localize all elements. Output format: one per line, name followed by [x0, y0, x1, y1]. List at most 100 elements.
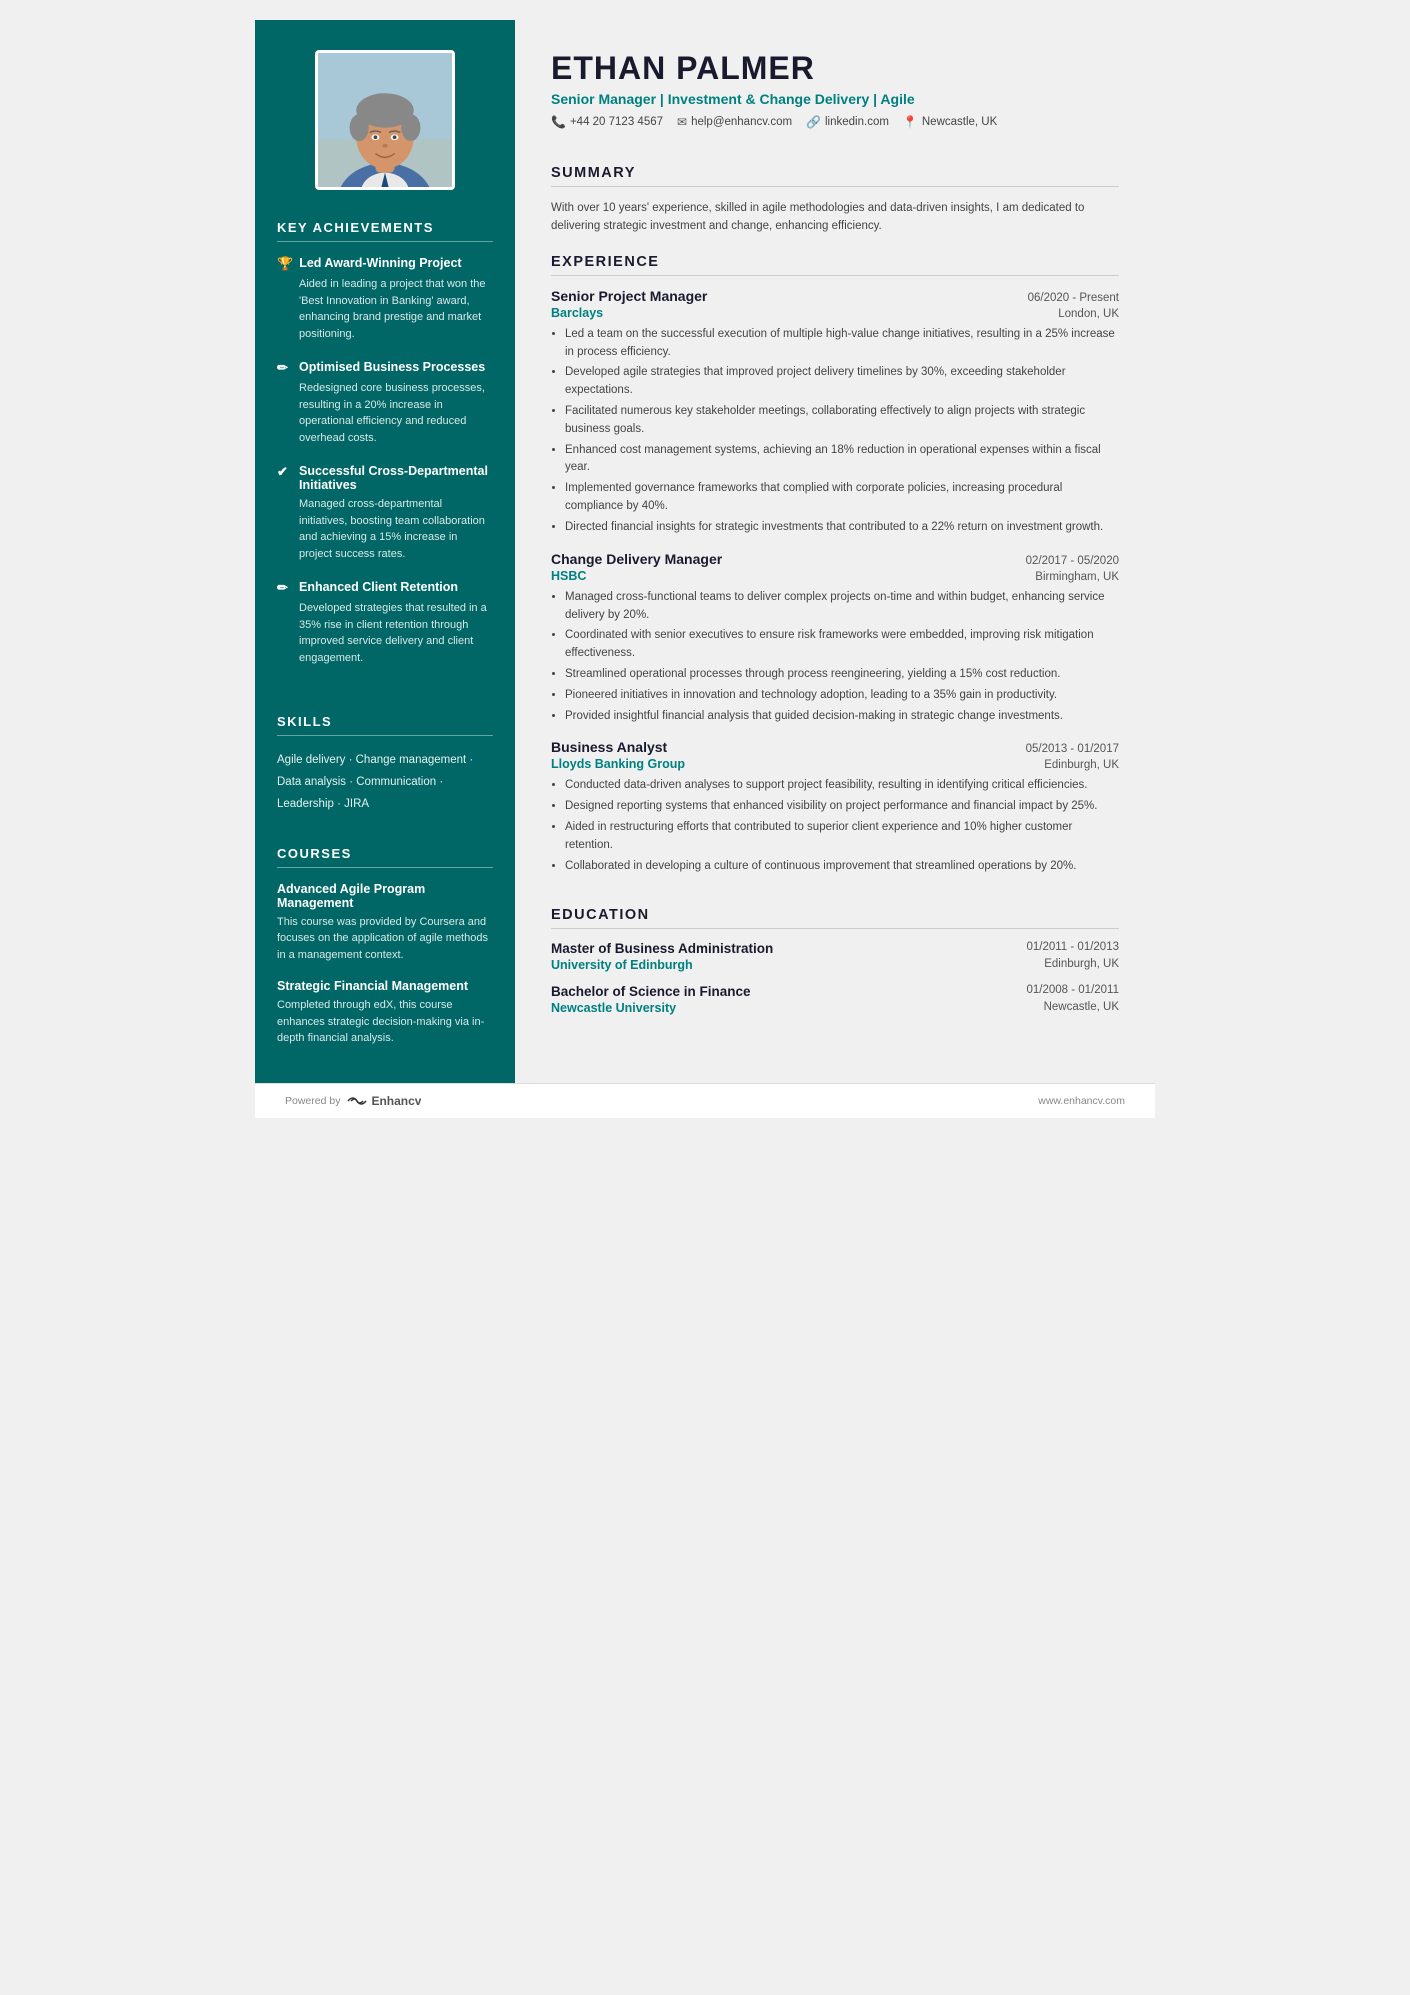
achievement-title: ✏ Optimised Business Processes: [277, 360, 493, 376]
courses-title: COURSES: [277, 846, 493, 868]
exp-company-row: HSBC Birmingham, UK: [551, 569, 1119, 583]
bullet-item: Facilitated numerous key stakeholder mee…: [565, 403, 1119, 439]
skills-section: SKILLS Agile delivery · Change managemen…: [255, 704, 515, 836]
course-title: Advanced Agile Program Management: [277, 882, 493, 910]
footer-website: www.enhancv.com: [1038, 1095, 1125, 1107]
achievement-desc: Managed cross-departmental initiatives, …: [299, 496, 493, 562]
achievements-section: KEY ACHIEVEMENTS 🏆 Led Award-Winning Pro…: [255, 210, 515, 704]
job-title: Change Delivery Manager: [551, 551, 722, 567]
linkedin-value: linkedin.com: [825, 116, 889, 128]
bullet-item: Coordinated with senior executives to en…: [565, 627, 1119, 663]
achievement-item: ✔ Successful Cross-Departmental Initiati…: [277, 464, 493, 562]
exp-header: Change Delivery Manager 02/2017 - 05/202…: [551, 551, 1119, 567]
powered-by-label: Powered by: [285, 1095, 340, 1107]
phone-contact: 📞 +44 20 7123 4567: [551, 115, 663, 129]
achievement-icon: ✔: [277, 464, 293, 480]
achievements-list: 🏆 Led Award-Winning Project Aided in lea…: [277, 256, 493, 666]
bullet-item: Implemented governance frameworks that c…: [565, 480, 1119, 516]
exp-header: Senior Project Manager 06/2020 - Present: [551, 288, 1119, 304]
phone-value: +44 20 7123 4567: [570, 116, 663, 128]
edu-school-row: Newcastle University Newcastle, UK: [551, 1001, 1119, 1015]
experience-job: Senior Project Manager 06/2020 - Present…: [551, 288, 1119, 537]
bullet-item: Designed reporting systems that enhanced…: [565, 798, 1119, 816]
achievement-item: ✏ Enhanced Client Retention Developed st…: [277, 580, 493, 666]
logo-icon: [346, 1094, 368, 1108]
achievement-title: ✏ Enhanced Client Retention: [277, 580, 493, 596]
experience-job: Business Analyst 05/2013 - 01/2017 Lloyd…: [551, 739, 1119, 875]
bullet-item: Pioneered initiatives in innovation and …: [565, 687, 1119, 705]
skill-line: Agile delivery · Change management ·: [277, 750, 493, 772]
location-contact: 📍 Newcastle, UK: [903, 115, 997, 129]
edu-school: Newcastle University: [551, 1001, 676, 1015]
achievement-title-text: Optimised Business Processes: [299, 360, 485, 374]
phone-icon: 📞: [551, 115, 566, 129]
achievement-desc: Aided in leading a project that won the …: [299, 276, 493, 342]
courses-list: Advanced Agile Program Management This c…: [277, 882, 493, 1047]
experience-section-title: EXPERIENCE: [551, 254, 1119, 276]
job-location: Edinburgh, UK: [1044, 759, 1119, 771]
job-company: Barclays: [551, 306, 603, 320]
footer-left: Powered by Enhancv: [285, 1094, 421, 1108]
achievement-icon: ✏: [277, 360, 293, 376]
location-icon: 📍: [903, 115, 918, 129]
skills-list: Agile delivery · Change management ·Data…: [277, 750, 493, 816]
course-item: Strategic Financial Management Completed…: [277, 979, 493, 1047]
achievement-icon: ✏: [277, 580, 293, 596]
edu-dates: 01/2008 - 01/2011: [1026, 984, 1119, 999]
achievement-item: 🏆 Led Award-Winning Project Aided in lea…: [277, 256, 493, 342]
edu-dates: 01/2011 - 01/2013: [1026, 941, 1119, 956]
job-company: HSBC: [551, 569, 586, 583]
job-bullets: Conducted data-driven analyses to suppor…: [565, 777, 1119, 875]
achievement-title-text: Successful Cross-Departmental Initiative…: [299, 464, 493, 492]
job-location: London, UK: [1058, 308, 1119, 320]
education-section-title: EDUCATION: [551, 907, 1119, 929]
job-bullets: Led a team on the successful execution o…: [565, 326, 1119, 537]
resume-wrapper: KEY ACHIEVEMENTS 🏆 Led Award-Winning Pro…: [255, 20, 1155, 1118]
bullet-item: Streamlined operational processes throug…: [565, 666, 1119, 684]
course-desc: This course was provided by Coursera and…: [277, 914, 493, 964]
edu-location: Newcastle, UK: [1044, 1001, 1119, 1015]
profile-photo: [315, 50, 455, 190]
email-icon: ✉: [677, 115, 687, 129]
linkedin-icon: 🔗: [806, 115, 821, 129]
education-item: Bachelor of Science in Finance 01/2008 -…: [551, 984, 1119, 1015]
achievements-title: KEY ACHIEVEMENTS: [277, 220, 493, 242]
courses-section: COURSES Advanced Agile Program Managemen…: [255, 836, 515, 1083]
achievement-title: ✔ Successful Cross-Departmental Initiati…: [277, 464, 493, 492]
edu-school-row: University of Edinburgh Edinburgh, UK: [551, 958, 1119, 972]
achievement-desc: Redesigned core business processes, resu…: [299, 380, 493, 446]
edu-school: University of Edinburgh: [551, 958, 693, 972]
bullet-item: Enhanced cost management systems, achiev…: [565, 442, 1119, 478]
bullet-item: Managed cross-functional teams to delive…: [565, 589, 1119, 625]
achievement-icon: 🏆: [277, 256, 293, 272]
achievement-title: 🏆 Led Award-Winning Project: [277, 256, 493, 272]
exp-header: Business Analyst 05/2013 - 01/2017: [551, 739, 1119, 755]
job-company: Lloyds Banking Group: [551, 757, 685, 771]
edu-degree: Bachelor of Science in Finance: [551, 984, 751, 999]
exp-company-row: Barclays London, UK: [551, 306, 1119, 320]
job-dates: 05/2013 - 01/2017: [1026, 743, 1119, 755]
education-list: Master of Business Administration 01/201…: [551, 941, 1119, 1027]
job-title: Senior Project Manager: [551, 288, 707, 304]
bullet-item: Aided in restructuring efforts that cont…: [565, 819, 1119, 855]
summary-section-title: SUMMARY: [551, 165, 1119, 187]
contact-info: 📞 +44 20 7123 4567 ✉ help@enhancv.com 🔗 …: [551, 115, 1119, 129]
resume-body: KEY ACHIEVEMENTS 🏆 Led Award-Winning Pro…: [255, 20, 1155, 1083]
edu-location: Edinburgh, UK: [1044, 958, 1119, 972]
job-title: Business Analyst: [551, 739, 667, 755]
sidebar: KEY ACHIEVEMENTS 🏆 Led Award-Winning Pro…: [255, 20, 515, 1083]
achievement-item: ✏ Optimised Business Processes Redesigne…: [277, 360, 493, 446]
achievement-desc: Developed strategies that resulted in a …: [299, 600, 493, 666]
job-location: Birmingham, UK: [1035, 571, 1119, 583]
achievement-title-text: Enhanced Client Retention: [299, 580, 458, 594]
linkedin-contact: 🔗 linkedin.com: [806, 115, 889, 129]
enhancv-logo: Enhancv: [346, 1094, 421, 1108]
job-bullets: Managed cross-functional teams to delive…: [565, 589, 1119, 726]
main-content: ETHAN PALMER Senior Manager | Investment…: [515, 20, 1155, 1083]
skill-line: Leadership · JIRA: [277, 794, 493, 816]
bullet-item: Directed financial insights for strategi…: [565, 519, 1119, 537]
exp-company-row: Lloyds Banking Group Edinburgh, UK: [551, 757, 1119, 771]
edu-degree-row: Master of Business Administration 01/201…: [551, 941, 1119, 956]
edu-degree: Master of Business Administration: [551, 941, 773, 956]
experience-job: Change Delivery Manager 02/2017 - 05/202…: [551, 551, 1119, 726]
